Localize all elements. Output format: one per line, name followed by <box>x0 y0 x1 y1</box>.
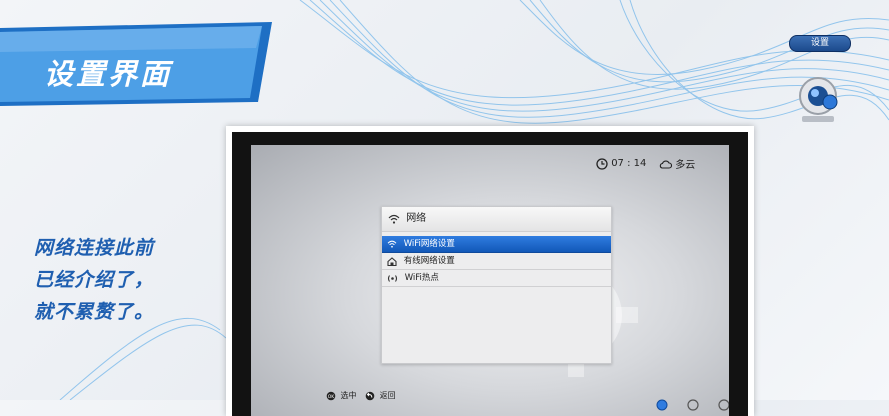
back-key-icon <box>365 391 375 400</box>
status-bar: 07 : 14 多云 <box>596 156 695 171</box>
title-banner: 设置界面 <box>0 22 272 106</box>
description-caption: 网络连接此前 已经介绍了， 就不累赘了。 <box>34 232 234 328</box>
menu-item-label: WiFi网络设置 <box>403 239 455 249</box>
page-title: 设置界面 <box>44 57 173 91</box>
menu-item-wired-settings[interactable]: 有线网络设置 <box>382 253 611 270</box>
menu-item-wifi-settings[interactable]: WiFi网络设置 <box>382 236 611 253</box>
hotspot-icon <box>387 274 398 282</box>
settings-shortcut-icon[interactable] <box>656 399 668 411</box>
cloudy-weather-icon <box>659 159 673 169</box>
menu-header: 网络 <box>382 207 611 232</box>
back-hint-text: 返回 <box>379 391 396 400</box>
tv-screen: 07 : 14 多云 网络 WiFi网络设置 有线网络设置 WiFi热点 OK … <box>251 145 729 416</box>
menu-item-wifi-hotspot[interactable]: WiFi热点 <box>382 270 611 287</box>
shortcut-icon[interactable] <box>718 398 729 411</box>
tv-bezel: 07 : 14 多云 网络 WiFi网络设置 有线网络设置 WiFi热点 OK … <box>232 132 748 416</box>
caption-line: 网络连接此前 <box>34 237 155 259</box>
weather-text: 多云 <box>675 160 696 171</box>
menu-title: 网络 <box>406 213 427 224</box>
select-hint-text: 选中 <box>340 391 357 400</box>
wifi-icon <box>388 214 400 224</box>
time-text: 07 : 14 <box>611 158 647 169</box>
shortcut-icon[interactable] <box>687 398 699 411</box>
gear-camera-icon <box>799 77 838 122</box>
tv-frame: 07 : 14 多云 网络 WiFi网络设置 有线网络设置 WiFi热点 OK … <box>226 126 754 416</box>
svg-text:OK: OK <box>328 394 336 400</box>
clock-icon <box>596 157 608 170</box>
network-menu: 网络 WiFi网络设置 有线网络设置 WiFi热点 <box>381 206 612 364</box>
home-network-icon <box>387 256 397 266</box>
menu-item-label: WiFi热点 <box>404 273 439 283</box>
caption-line: 就不累赘了。 <box>34 301 155 323</box>
menu-list: WiFi网络设置 有线网络设置 WiFi热点 <box>382 236 611 287</box>
bottom-icon-row <box>656 394 729 413</box>
menu-item-label: 有线网络设置 <box>403 256 455 266</box>
settings-button[interactable]: 设置 <box>789 35 851 52</box>
wifi-icon <box>387 240 397 248</box>
ok-key-icon: OK <box>326 391 336 400</box>
key-hints: OK 选中 返回 <box>326 390 402 401</box>
caption-line: 已经介绍了， <box>34 269 155 291</box>
